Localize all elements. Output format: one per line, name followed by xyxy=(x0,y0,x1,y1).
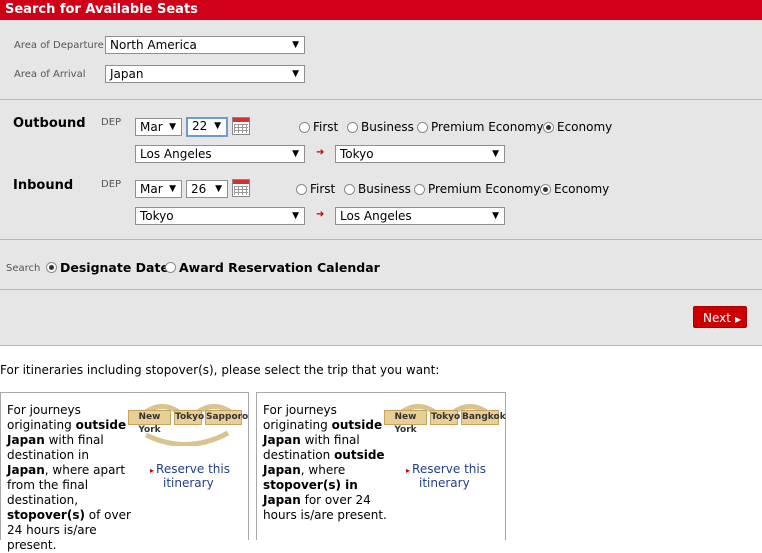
chevron-down-icon: ▼ xyxy=(214,121,221,131)
chevron-down-icon: ▼ xyxy=(292,149,299,159)
outbound-day-select[interactable]: 22 ▼ xyxy=(186,117,228,137)
outbound-class-business[interactable]: Business xyxy=(347,120,414,134)
chevron-down-icon: ▼ xyxy=(215,184,222,194)
radio-icon xyxy=(347,121,358,133)
chevron-down-icon: ▼ xyxy=(292,69,299,79)
radio-icon xyxy=(414,183,425,195)
play-icon: ▶ xyxy=(734,315,742,324)
next-button[interactable]: Next ▶ xyxy=(693,306,747,328)
search-award-calendar[interactable]: Award Reservation Calendar xyxy=(165,260,380,275)
inbound-class-business-label: Business xyxy=(358,182,411,196)
radio-selected-icon xyxy=(46,262,57,273)
outbound-from-value: Los Angeles xyxy=(140,147,212,161)
radio-icon xyxy=(299,121,310,133)
chevron-down-icon: ▼ xyxy=(169,122,176,132)
arrow-right-icon: ➜ xyxy=(316,147,325,158)
arrow-right-icon: ▸ xyxy=(406,466,411,475)
flight-section: Outbound DEP Mar ▼ 22 ▼ First Business Pre… xyxy=(0,100,762,240)
departure-area-label: Area of Departure xyxy=(14,40,104,51)
inbound-day-select[interactable]: 26 ▼ xyxy=(186,180,228,198)
itinerary-card-2: For journeys originating outside Japan w… xyxy=(256,392,506,540)
page-title: Search for Available Seats xyxy=(0,0,762,20)
arrival-area-select[interactable]: Japan ▼ xyxy=(105,65,305,83)
outbound-class-first[interactable]: First xyxy=(299,120,338,134)
area-section: Area of Departure North America ▼ Area of… xyxy=(0,20,762,100)
inbound-dep-label: DEP xyxy=(101,179,122,190)
city-tag: Bangkok xyxy=(461,410,506,425)
itinerary-card-2-text: For journeys originating outside Japan w… xyxy=(263,403,387,522)
outbound-class-economy[interactable]: Economy xyxy=(543,120,612,134)
arrival-area-label: Area of Arrival xyxy=(14,69,86,80)
inbound-class-premium-economy[interactable]: Premium Economy xyxy=(414,182,540,196)
reserve-itinerary-2-link[interactable]: ▸ Reserve this itinerary xyxy=(406,463,486,489)
outbound-from-select[interactable]: Los Angeles ▼ xyxy=(135,145,305,163)
inbound-to-select[interactable]: Los Angeles ▼ xyxy=(335,207,505,225)
inbound-class-business[interactable]: Business xyxy=(344,182,411,196)
radio-icon xyxy=(296,183,307,195)
city-tag: New York xyxy=(384,410,427,435)
outbound-to-select[interactable]: Tokyo ▼ xyxy=(335,145,505,163)
stopover-intro: For itineraries including stopover(s), p… xyxy=(0,363,440,377)
outbound-class-business-label: Business xyxy=(361,120,414,134)
inbound-class-premium-economy-label: Premium Economy xyxy=(428,182,541,196)
city-tag: Tokyo xyxy=(430,410,460,425)
next-section: Next ▶ xyxy=(0,290,762,346)
search-form-panel: Area of Departure North America ▼ Area of… xyxy=(0,20,762,346)
outbound-class-premium-economy-label: Premium Economy xyxy=(431,120,544,134)
radio-icon xyxy=(165,262,176,273)
departure-area-value: North America xyxy=(110,38,197,52)
arrow-right-icon: ▸ xyxy=(150,466,155,475)
outbound-class-economy-label: Economy xyxy=(557,120,613,134)
city-tag: Sapporo xyxy=(205,410,248,425)
reserve-itinerary-1-link[interactable]: ▸ Reserve this itinerary xyxy=(150,463,230,489)
outbound-heading: Outbound xyxy=(13,116,86,131)
chevron-down-icon: ▼ xyxy=(292,211,299,221)
search-designate-date[interactable]: Designate Date xyxy=(46,260,169,275)
radio-selected-icon xyxy=(540,183,551,195)
inbound-month-value: Mar xyxy=(140,182,163,196)
city-tag: Tokyo xyxy=(174,410,204,425)
city-tag: New York xyxy=(128,410,171,435)
outbound-month-value: Mar xyxy=(140,120,163,134)
inbound-class-economy[interactable]: Economy xyxy=(540,182,609,196)
search-label: Search xyxy=(6,263,41,274)
calendar-icon[interactable] xyxy=(232,179,250,197)
radio-icon xyxy=(417,121,428,133)
inbound-class-economy-label: Economy xyxy=(554,182,610,196)
search-designate-date-label: Designate Date xyxy=(60,260,169,275)
departure-area-select[interactable]: North America ▼ xyxy=(105,36,305,54)
inbound-class-first-label: First xyxy=(310,182,336,196)
radio-icon xyxy=(344,183,355,195)
outbound-day-value: 22 xyxy=(192,119,208,133)
inbound-day-value: 26 xyxy=(191,182,207,196)
chevron-down-icon: ▼ xyxy=(492,149,499,159)
inbound-from-select[interactable]: Tokyo ▼ xyxy=(135,207,305,225)
inbound-to-value: Los Angeles xyxy=(340,209,412,223)
outbound-dep-label: DEP xyxy=(101,117,122,128)
inbound-from-value: Tokyo xyxy=(140,209,174,223)
outbound-class-first-label: First xyxy=(313,120,339,134)
next-button-label: Next xyxy=(703,311,731,325)
arrival-area-value: Japan xyxy=(110,67,144,81)
outbound-month-select[interactable]: Mar ▼ xyxy=(135,118,182,136)
inbound-class-first[interactable]: First xyxy=(296,182,335,196)
search-award-calendar-label: Award Reservation Calendar xyxy=(179,260,380,275)
itinerary-card-1-text: For journeys originating outside Japan w… xyxy=(7,403,131,552)
outbound-class-premium-economy[interactable]: Premium Economy xyxy=(417,120,543,134)
search-type-section: Search Designate Date Award Reservation … xyxy=(0,240,762,290)
itinerary-card-1: For journeys originating outside Japan w… xyxy=(0,392,249,552)
chevron-down-icon: ▼ xyxy=(492,211,499,221)
outbound-to-value: Tokyo xyxy=(340,147,374,161)
inbound-month-select[interactable]: Mar ▼ xyxy=(135,180,182,198)
chevron-down-icon: ▼ xyxy=(292,40,299,50)
chevron-down-icon: ▼ xyxy=(169,184,176,194)
radio-selected-icon xyxy=(543,121,554,133)
inbound-heading: Inbound xyxy=(13,178,74,193)
calendar-icon[interactable] xyxy=(232,117,250,135)
arrow-right-icon: ➜ xyxy=(316,209,325,220)
